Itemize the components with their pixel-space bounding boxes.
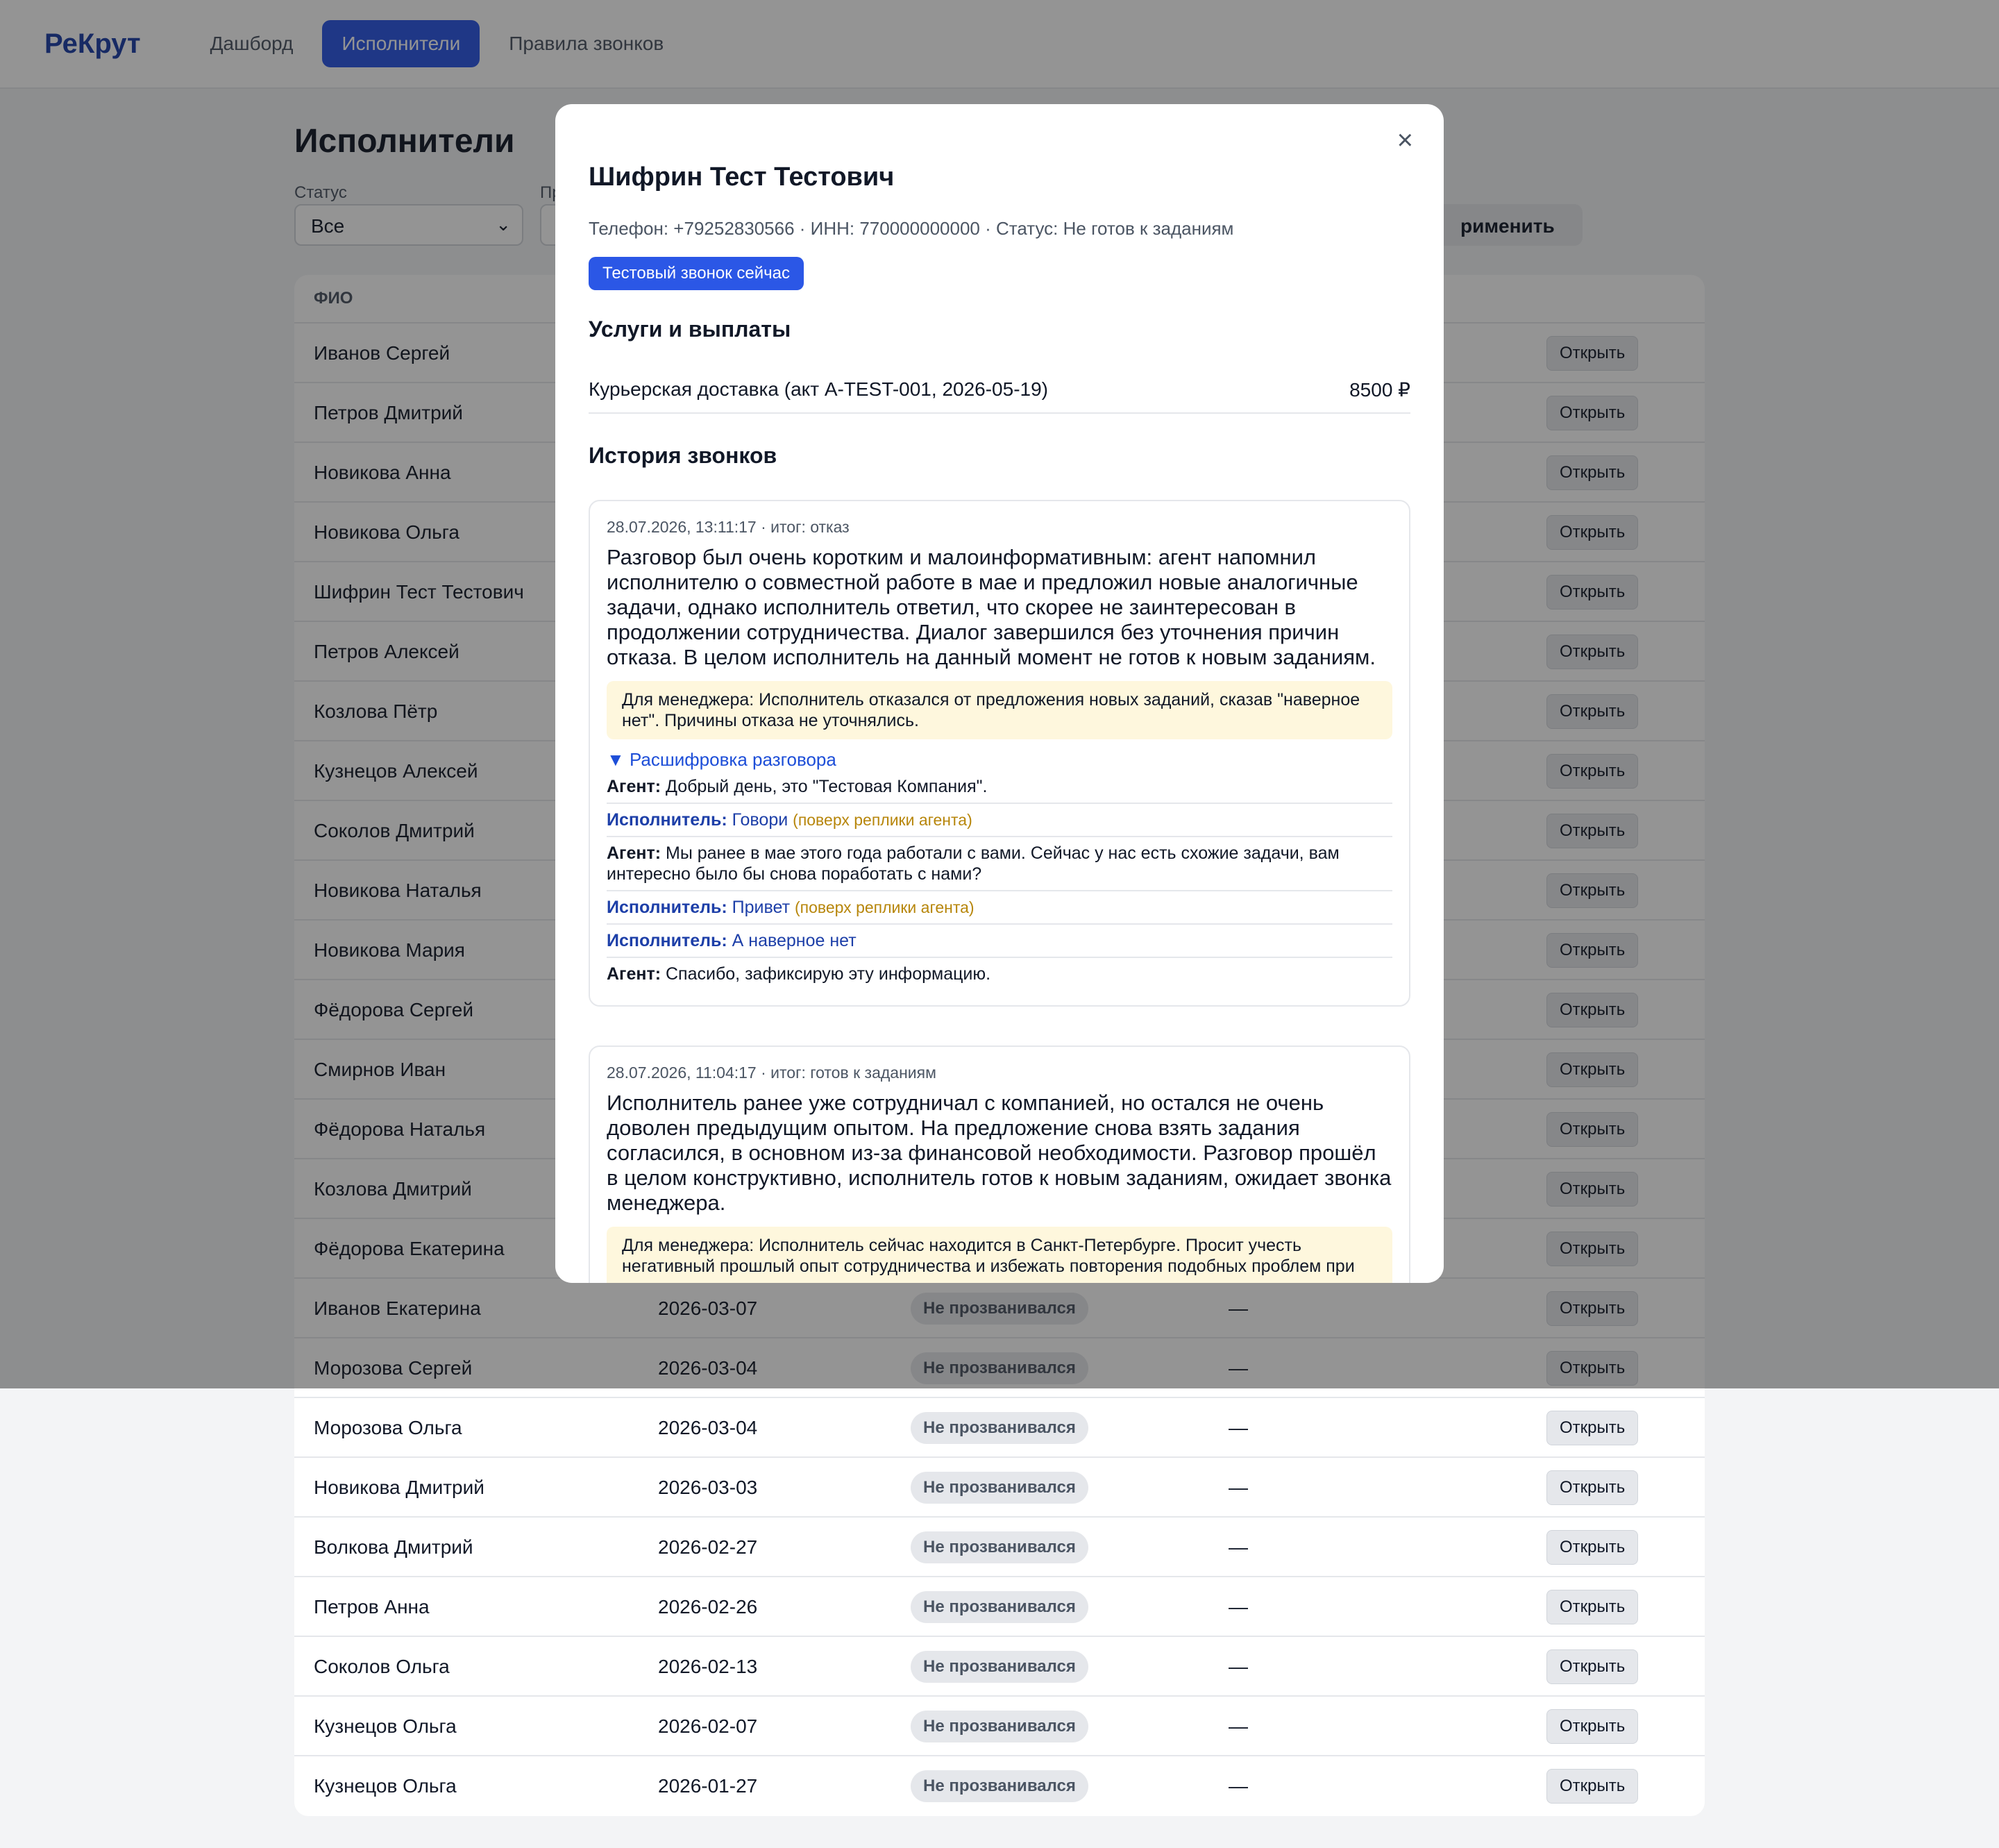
open-button[interactable]: Открыть bbox=[1546, 1649, 1639, 1684]
open-cell: Открыть bbox=[1546, 1697, 1639, 1756]
transcript-line: Агент: Добрый день, это "Тестовая Компан… bbox=[607, 771, 1392, 804]
service-row: Курьерская доставка (акт A-TEST-001, 202… bbox=[589, 367, 1410, 414]
call-header: 28.07.2026, 11:04:17 · итог: готов к зад… bbox=[607, 1064, 936, 1082]
open-cell: Открыть bbox=[1546, 1756, 1639, 1816]
transcript-line: Агент: Спасибо, зафиксирую эту информаци… bbox=[607, 958, 1392, 990]
status-cell: Не прозванивался bbox=[911, 1518, 1088, 1577]
executor-date: 2026-02-27 bbox=[658, 1536, 758, 1558]
status-cell: Не прозванивался bbox=[911, 1756, 1088, 1816]
executor-date: 2026-03-04 bbox=[658, 1417, 758, 1438]
executor-date: 2026-02-13 bbox=[658, 1656, 758, 1677]
open-cell: Открыть bbox=[1546, 1577, 1639, 1637]
utterance-text: Говори bbox=[732, 810, 788, 830]
utterance-text: Спасибо, зафиксирую эту информацию. bbox=[666, 964, 991, 984]
status-badge: Не прозванивался bbox=[911, 1472, 1088, 1504]
last-call-cell: — bbox=[1229, 1477, 1248, 1498]
table-row: Петров Анна 2026-02-26 Не прозванивался — От… bbox=[294, 1577, 1705, 1637]
test-call-button[interactable]: Тестовый звонок сейчас bbox=[589, 257, 804, 290]
close-icon[interactable]: × bbox=[1397, 125, 1413, 156]
call-header: 28.07.2026, 13:11:17 · итог: отказ bbox=[607, 518, 850, 536]
status-cell: Не прозванивался bbox=[911, 1697, 1088, 1756]
status-badge: Не прозванивался bbox=[911, 1591, 1088, 1623]
table-row: Соколов Ольга 2026-02-13 Не прозванивался —… bbox=[294, 1637, 1705, 1697]
executor-name: Кузнецов Ольга bbox=[314, 1775, 457, 1797]
status-badge: Не прозванивался bbox=[911, 1770, 1088, 1802]
status-badge: Не прозванивался bbox=[911, 1651, 1088, 1683]
open-cell: Открыть bbox=[1546, 1518, 1639, 1577]
transcript-toggle[interactable]: ▼ Расшифровка разговора bbox=[607, 749, 1392, 771]
open-cell: Открыть bbox=[1546, 1398, 1639, 1458]
transcript-line: Агент: Мы ранее в мае этого года работал… bbox=[607, 837, 1392, 891]
last-call-cell: — bbox=[1229, 1656, 1248, 1677]
transcript-line: Исполнитель: Привет (поверх реплики аген… bbox=[607, 891, 1392, 925]
open-button[interactable]: Открыть bbox=[1546, 1769, 1639, 1804]
open-cell: Открыть bbox=[1546, 1458, 1639, 1518]
speaker-agent: Агент: bbox=[607, 964, 661, 984]
open-button[interactable]: Открыть bbox=[1546, 1709, 1639, 1744]
status-cell: Не прозванивался bbox=[911, 1398, 1088, 1458]
call-summary: Исполнитель ранее уже сотрудничал с комп… bbox=[607, 1091, 1392, 1215]
overlap-note: (поверх реплики агента) bbox=[793, 811, 972, 829]
services-heading: Услуги и выплаты bbox=[589, 317, 791, 342]
executor-name: Новикова Дмитрий bbox=[314, 1477, 484, 1498]
table-row: Кузнецов Ольга 2026-01-27 Не прозванивался… bbox=[294, 1756, 1705, 1816]
call-summary: Разговор был очень коротким и малоинформ… bbox=[607, 545, 1376, 669]
last-call-cell: — bbox=[1229, 1715, 1248, 1737]
utterance-text: Привет bbox=[732, 898, 791, 917]
utterance-text: А наверное нет bbox=[732, 931, 857, 950]
open-button[interactable]: Открыть bbox=[1546, 1411, 1639, 1445]
last-call-cell: — bbox=[1229, 1596, 1248, 1618]
status-cell: Не прозванивался bbox=[911, 1577, 1088, 1637]
open-button[interactable]: Открыть bbox=[1546, 1590, 1639, 1624]
status-cell: Не прозванивался bbox=[911, 1637, 1088, 1697]
last-call-cell: — bbox=[1229, 1417, 1248, 1438]
overlap-note: (поверх реплики агента) bbox=[794, 898, 975, 916]
utterance-text: Добрый день, это "Тестовая Компания". bbox=[666, 777, 988, 796]
table-row: Кузнецов Ольга 2026-02-07 Не прозванивался… bbox=[294, 1697, 1705, 1756]
speaker-executor: Исполнитель: bbox=[607, 931, 727, 950]
table-row: Морозова Ольга 2026-03-04 Не прозванивался… bbox=[294, 1398, 1705, 1458]
status-badge: Не прозванивался bbox=[911, 1412, 1088, 1444]
open-button[interactable]: Открыть bbox=[1546, 1530, 1639, 1565]
last-call-cell: — bbox=[1229, 1775, 1248, 1797]
executor-date: 2026-02-07 bbox=[658, 1715, 758, 1737]
status-badge: Не прозванивался bbox=[911, 1531, 1088, 1563]
executor-name: Морозова Ольга bbox=[314, 1417, 462, 1438]
executor-name: Соколов Ольга bbox=[314, 1656, 450, 1677]
speaker-executor: Исполнитель: bbox=[607, 810, 727, 830]
utterance-text: Мы ранее в мае этого года работали с вам… bbox=[607, 843, 1340, 884]
executor-name: Петров Анна bbox=[314, 1596, 430, 1618]
status-badge: Не прозванивался bbox=[911, 1711, 1088, 1742]
open-button[interactable]: Открыть bbox=[1546, 1470, 1639, 1505]
last-call-cell: — bbox=[1229, 1536, 1248, 1558]
executor-name: Волкова Дмитрий bbox=[314, 1536, 473, 1558]
service-label: Курьерская доставка (акт A-TEST-001, 202… bbox=[589, 378, 1048, 400]
transcript: Агент: Добрый день, это "Тестовая Компан… bbox=[607, 771, 1392, 990]
executor-date: 2026-02-26 bbox=[658, 1596, 758, 1618]
table-row: Новикова Дмитрий 2026-03-03 Не прозванивал… bbox=[294, 1458, 1705, 1518]
executor-name: Кузнецов Ольга bbox=[314, 1715, 457, 1737]
speaker-executor: Исполнитель: bbox=[607, 898, 727, 917]
executor-modal: × Шифрин Тест Тестович Телефон: +7925283… bbox=[555, 104, 1444, 1283]
manager-note: Для менеджера: Исполнитель сейчас находи… bbox=[607, 1227, 1392, 1283]
manager-note: Для менеджера: Исполнитель отказался от … bbox=[607, 681, 1392, 739]
service-amount: 8500 ₽ bbox=[1349, 378, 1410, 401]
modal-meta: Телефон: +79252830566 · ИНН: 77000000000… bbox=[589, 218, 1234, 239]
status-cell: Не прозванивался bbox=[911, 1458, 1088, 1518]
transcript-line: Исполнитель: А наверное нет bbox=[607, 925, 1392, 958]
transcript-line: Исполнитель: Говори (поверх реплики аген… bbox=[607, 804, 1392, 837]
call-card: 28.07.2026, 13:11:17 · итог: отказ Разго… bbox=[589, 500, 1410, 1007]
speaker-agent: Агент: bbox=[607, 843, 661, 863]
table-row: Волкова Дмитрий 2026-02-27 Не прозванивалс… bbox=[294, 1518, 1705, 1577]
executor-date: 2026-01-27 bbox=[658, 1775, 758, 1797]
modal-title: Шифрин Тест Тестович bbox=[589, 162, 895, 192]
executor-date: 2026-03-03 bbox=[658, 1477, 758, 1498]
call-card: 28.07.2026, 11:04:17 · итог: готов к зад… bbox=[589, 1045, 1410, 1283]
open-cell: Открыть bbox=[1546, 1637, 1639, 1697]
speaker-agent: Агент: bbox=[607, 777, 661, 796]
history-heading: История звонков bbox=[589, 443, 777, 468]
